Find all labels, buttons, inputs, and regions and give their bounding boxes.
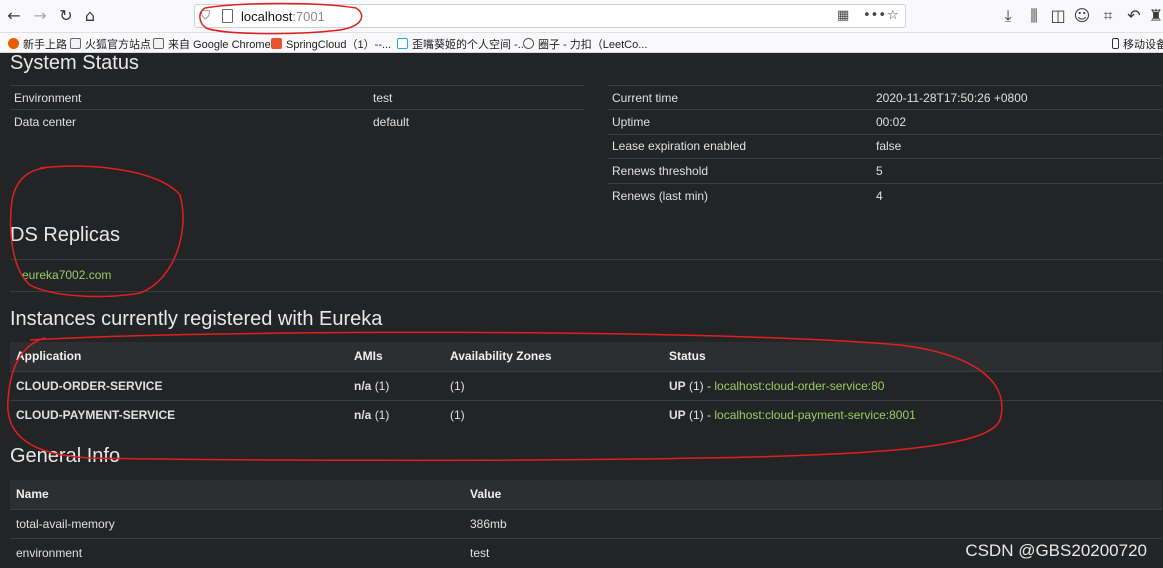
globe-icon — [523, 38, 534, 49]
status-cell: UP (1) - localhost:cloud-payment-service… — [663, 399, 1162, 429]
info-value: 386mb — [464, 508, 1162, 538]
table-row: Data center default — [10, 109, 584, 135]
system-status-left-table: Environment test Data center default — [10, 84, 584, 135]
firefox-icon — [8, 38, 19, 49]
reload-icon[interactable]: ↻ — [56, 6, 76, 26]
system-status-title: System Status — [10, 54, 139, 74]
instance-link[interactable]: localhost:cloud-order-service:80 — [714, 379, 884, 393]
url-text[interactable]: localhost:7001 — [241, 9, 325, 24]
info-name: total-avail-memory — [10, 508, 464, 538]
column-header: Availability Zones — [444, 342, 663, 371]
column-header: Name — [10, 480, 464, 509]
mobile-bookmarks[interactable]: 移动设备 — [1112, 36, 1163, 52]
bookmarks-bar: 新手上路 火狐官方站点 来自 Google Chrome SpringCloud… — [0, 33, 1163, 53]
ds-replicas-list: eureka7002.com — [10, 259, 1162, 292]
table-row: Renews (last min) 4 — [608, 182, 1162, 208]
status-value: default — [369, 109, 584, 135]
table-row: Current time 2020-11-28T17:50:26 +0800 — [608, 84, 1162, 110]
table-row: total-avail-memory 386mb — [10, 508, 1162, 538]
status-name: Renews (last min) — [608, 182, 872, 208]
library-icon[interactable]: ⫼ — [1024, 6, 1044, 26]
instance-link[interactable]: localhost:cloud-payment-service:8001 — [714, 408, 915, 422]
status-name: Current time — [608, 84, 872, 110]
status-value: 2020-11-28T17:50:26 +0800 — [872, 84, 1162, 110]
mobile-icon — [1112, 38, 1119, 49]
table-row: Renews threshold 5 — [608, 158, 1162, 184]
bookmark-item[interactable]: 圈子 - 力扣（LeetCo... — [523, 36, 647, 52]
screenshot-icon[interactable]: ⌗ — [1098, 6, 1118, 26]
bookmark-star-icon[interactable]: ☆ — [887, 8, 899, 23]
folder-icon — [153, 38, 164, 49]
bookmark-item[interactable]: 来自 Google Chrome — [153, 36, 271, 52]
eureka-dashboard: System Status Environment test Data cent… — [0, 54, 1163, 568]
back-icon[interactable]: ← — [4, 6, 24, 26]
table-row: Environment test — [10, 84, 584, 110]
column-header: Value — [464, 480, 1162, 509]
zones-cell: (1) — [444, 370, 663, 400]
address-bar[interactable]: ⛉ localhost:7001 ▦ ••• ☆ — [194, 4, 906, 28]
zones-cell: (1) — [444, 399, 663, 429]
sidebar-icon[interactable]: ◫ — [1048, 6, 1068, 26]
ami-cell: n/a (1) — [348, 370, 444, 400]
application-name: CLOUD-PAYMENT-SERVICE — [10, 399, 348, 429]
folder-icon — [70, 38, 81, 49]
status-value: false — [872, 133, 1162, 159]
page-icon — [222, 9, 233, 23]
table-row: Uptime 00:02 — [608, 109, 1162, 135]
user-icon[interactable]: ♜ — [1146, 6, 1163, 26]
shield-icon[interactable]: ⛉ — [201, 8, 210, 23]
column-header: Application — [10, 342, 348, 371]
undo-icon[interactable]: ↶ — [1124, 6, 1144, 26]
instances-table: Application AMIs Availability Zones Stat… — [10, 342, 1162, 429]
home-icon[interactable]: ⌂ — [80, 6, 100, 26]
ds-replicas-title: DS Replicas — [10, 224, 121, 246]
account-icon[interactable]: ☺ — [1072, 6, 1092, 26]
application-name: CLOUD-ORDER-SERVICE — [10, 370, 348, 400]
status-name: Lease expiration enabled — [608, 133, 872, 159]
forward-icon[interactable]: → — [30, 6, 50, 26]
replica-link[interactable]: eureka7002.com — [22, 268, 111, 282]
system-status-right-table: Current time 2020-11-28T17:50:26 +0800 U… — [608, 84, 1162, 208]
status-value: 00:02 — [872, 109, 1162, 135]
status-name: Uptime — [608, 109, 872, 135]
status-value: 4 — [872, 182, 1162, 208]
table-header-row: Application AMIs Availability Zones Stat… — [10, 342, 1162, 371]
status-cell: UP (1) - localhost:cloud-order-service:8… — [663, 370, 1162, 400]
table-header-row: Name Value — [10, 480, 1162, 509]
download-icon[interactable]: ⤓ — [998, 6, 1018, 26]
table-row: CLOUD-ORDER-SERVICE n/a (1) (1) UP (1) -… — [10, 370, 1162, 400]
info-name: environment — [10, 537, 464, 567]
csdn-icon — [271, 38, 282, 49]
instances-title: Instances currently registered with Eure… — [10, 308, 383, 330]
watermark: CSDN @GBS20200720 — [965, 541, 1147, 560]
status-value: 5 — [872, 158, 1162, 184]
table-row: CLOUD-PAYMENT-SERVICE n/a (1) (1) UP (1)… — [10, 399, 1162, 429]
column-header: AMIs — [348, 342, 444, 371]
bookmark-item[interactable]: 新手上路 — [8, 36, 67, 52]
bookmark-item[interactable]: SpringCloud（1）--... — [271, 36, 391, 52]
status-value: test — [369, 84, 584, 110]
table-row: Lease expiration enabled false — [608, 133, 1162, 159]
qr-code-icon[interactable]: ▦ — [837, 8, 849, 23]
status-name: Environment — [10, 84, 369, 110]
status-name: Renews threshold — [608, 158, 872, 184]
bilibili-icon — [397, 38, 408, 49]
browser-toolbar: ← → ↻ ⌂ ⛉ localhost:7001 ▦ ••• ☆ ⤓ ⫼ ◫ ☺… — [0, 0, 1163, 33]
general-info-title: General Info — [10, 445, 121, 467]
page-actions-icon[interactable]: ••• — [863, 8, 886, 23]
bookmark-item[interactable]: 火狐官方站点 — [70, 36, 151, 52]
status-name: Data center — [10, 109, 369, 135]
bookmark-item[interactable]: 歪嘴葵姬的个人空间 -... — [397, 36, 527, 52]
column-header: Status — [663, 342, 1162, 371]
ami-cell: n/a (1) — [348, 399, 444, 429]
